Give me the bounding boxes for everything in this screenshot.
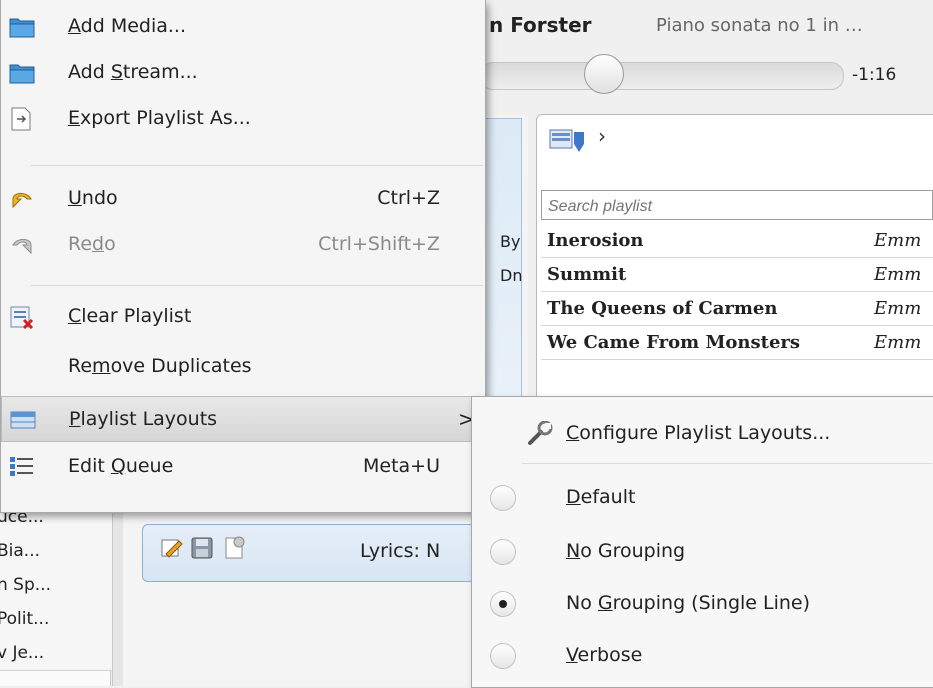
menu-item-edit-queue[interactable]: Edit Queue Meta+U: [1, 444, 485, 490]
menu-item-redo[interactable]: Redo Ctrl+Shift+Z: [1, 222, 485, 268]
table-row[interactable]: The Queens of Carmen Emm: [541, 292, 933, 326]
menu-item-add-media[interactable]: Add Media...: [1, 4, 485, 50]
radio-button[interactable]: [490, 485, 516, 511]
menu-item-undo[interactable]: Undo Ctrl+Z: [1, 176, 485, 222]
track-artist: Emm: [874, 264, 922, 285]
menu-item-remove-duplicates[interactable]: Remove Duplicates: [1, 344, 485, 390]
table-row[interactable]: Summit Emm: [541, 258, 933, 292]
table-row[interactable]: We Came From Monsters Emm: [541, 326, 933, 360]
track-artist: Emm: [874, 332, 922, 353]
export-document-icon: [9, 107, 35, 131]
playlist-search-input[interactable]: [541, 190, 933, 220]
collection-item[interactable]: Bia...: [0, 534, 112, 569]
clear-list-icon: [9, 305, 35, 330]
folder-icon: [9, 61, 35, 85]
playlist-layout-icon: [10, 408, 36, 432]
edit-lyrics-icon[interactable]: [160, 536, 184, 564]
playlist-layouts-submenu: Configure Playlist Layouts... Default No…: [471, 396, 933, 688]
wrench-icon: [526, 420, 554, 451]
shortcut-label: Ctrl+Z: [377, 187, 440, 209]
playlist-sort-icon[interactable]: [548, 124, 586, 162]
track-title: We Came From Monsters: [547, 332, 801, 353]
menu-item-layout-default[interactable]: Default: [472, 473, 933, 525]
menu-item-configure-layouts[interactable]: Configure Playlist Layouts...: [472, 409, 933, 461]
collection-item[interactable]: Polit...: [0, 602, 112, 637]
progress-slider[interactable]: [480, 62, 844, 90]
track-artist: Emm: [874, 298, 922, 319]
shortcut-label: Ctrl+Shift+Z: [318, 233, 440, 255]
track-artist: Emm: [874, 230, 922, 251]
menu-item-add-stream[interactable]: Add Stream...: [1, 50, 485, 96]
playlist-context-menu: Add Media... Add Stream... Export Playli…: [0, 0, 486, 513]
time-remaining: -1:16: [852, 65, 897, 85]
radio-button[interactable]: [490, 539, 516, 565]
context-applet: [484, 118, 522, 404]
undo-icon: [9, 187, 35, 211]
track-title: Inerosion: [547, 230, 644, 251]
radio-button[interactable]: [490, 643, 516, 669]
menu-item-layout-no-grouping-single-line[interactable]: No Grouping (Single Line): [472, 579, 933, 631]
menu-separator: [522, 463, 932, 464]
menu-item-layout-verbose[interactable]: Verbose: [472, 631, 933, 683]
menu-item-export-playlist[interactable]: Export Playlist As...: [1, 96, 485, 142]
menu-item-playlist-layouts[interactable]: Playlist Layouts >: [1, 396, 485, 442]
context-text-fragment: By: [500, 232, 521, 251]
collection-item[interactable]: n Sp...: [0, 568, 112, 603]
shortcut-label: Meta+U: [362, 455, 440, 477]
breadcrumb-chevron-icon[interactable]: ›: [598, 124, 606, 148]
context-text-fragment: Dn: [500, 266, 523, 285]
folder-icon: [9, 15, 35, 39]
now-playing-artist: n Forster: [489, 13, 592, 37]
radio-button-selected[interactable]: [490, 591, 516, 617]
menu-item-layout-no-grouping[interactable]: No Grouping: [472, 527, 933, 579]
queue-list-icon: [9, 455, 35, 479]
now-playing-track: Piano sonata no 1 in …: [656, 15, 863, 36]
save-lyrics-icon[interactable]: [190, 536, 214, 564]
track-title: Summit: [547, 264, 627, 285]
collection-item[interactable]: v Je...: [0, 636, 112, 671]
table-row[interactable]: Inerosion Emm: [541, 224, 933, 258]
menu-separator: [31, 285, 483, 286]
redo-icon: [9, 233, 35, 257]
menu-item-clear-playlist[interactable]: Clear Playlist: [1, 294, 485, 340]
lyrics-label: Lyrics: N: [360, 540, 441, 562]
menu-separator: [31, 165, 483, 166]
track-title: The Queens of Carmen: [547, 298, 778, 319]
refresh-lyrics-icon[interactable]: [222, 536, 246, 564]
progress-slider-handle[interactable]: [584, 54, 624, 94]
